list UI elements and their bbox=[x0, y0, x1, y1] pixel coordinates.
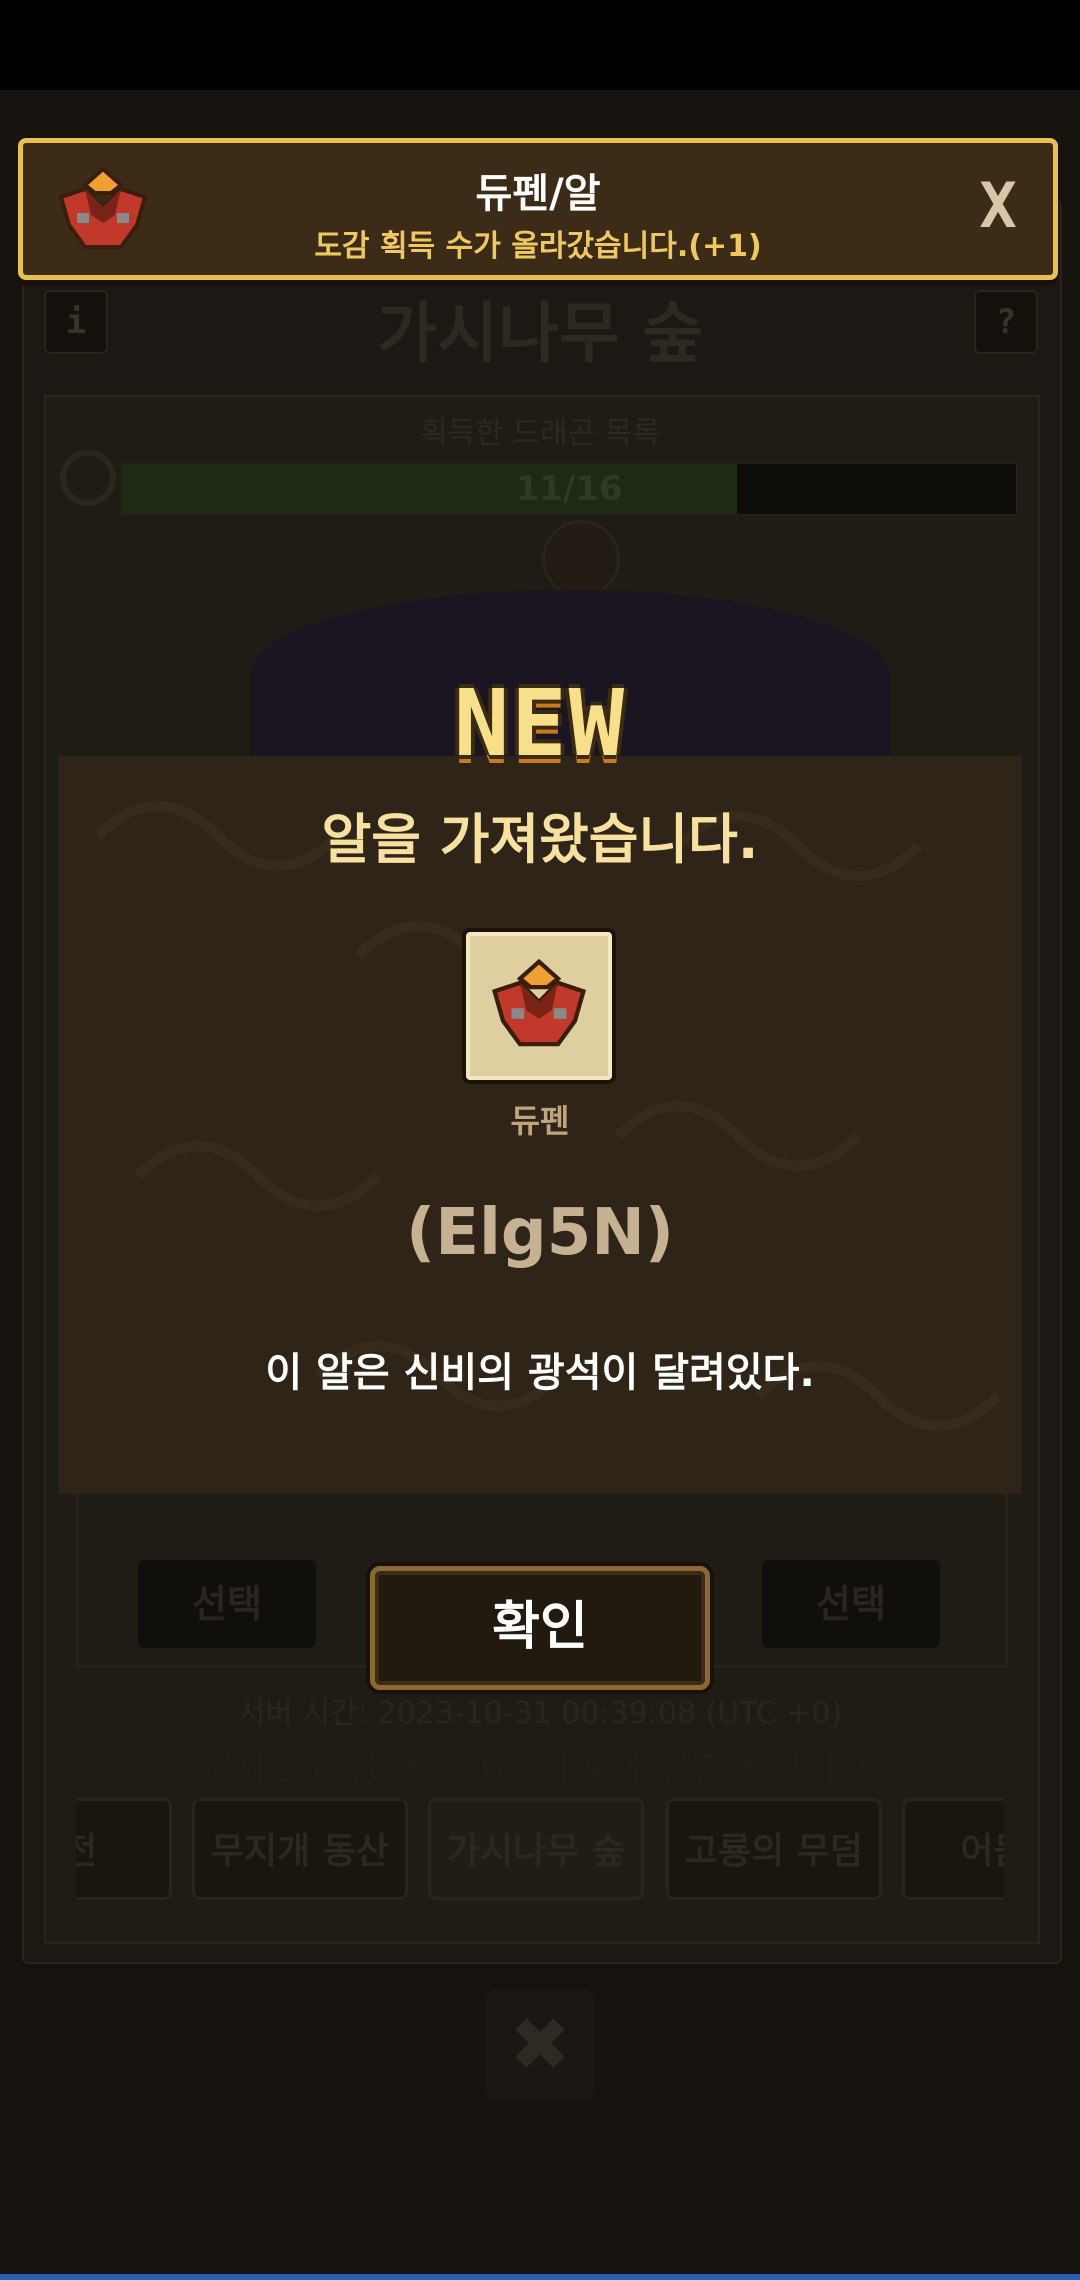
location-pin-icon bbox=[542, 520, 620, 598]
status-bar bbox=[0, 0, 1080, 90]
tab-thorn-forest: 가시나무 숲 bbox=[428, 1798, 644, 1900]
navigation-bar-indicator bbox=[0, 2274, 1080, 2280]
progress-text: 11/16 bbox=[515, 469, 623, 509]
gear-icon bbox=[60, 450, 116, 506]
egg-description: 이 알은 신비의 광석이 달려있다. bbox=[265, 1350, 815, 1396]
egg-icon bbox=[491, 958, 587, 1047]
notification-title: 듀펜/알 bbox=[475, 171, 601, 217]
confirm-label: 확인 bbox=[492, 1597, 588, 1657]
egg-card bbox=[462, 928, 616, 1084]
collection-progress-bar: 11/16 bbox=[120, 462, 1018, 516]
egg-name: 듀펜 bbox=[510, 1102, 570, 1140]
select-button-right: 선택 bbox=[762, 1560, 940, 1648]
server-time: 서버 시간: 2023-10-31 00:39:08 (UTC +0) bbox=[237, 1696, 843, 1731]
tab-darkness: 어둠의 bbox=[902, 1798, 1004, 1900]
modal-title: 알을 가져왔습니다. bbox=[321, 808, 759, 871]
select-button-left: 선택 bbox=[138, 1560, 316, 1648]
players-count: 전체 351명 중 176명이 함께 탐험 중입니다. bbox=[199, 1749, 881, 1790]
notification-subtitle: 도감 획득 수가 올라갔습니다.(+1) bbox=[314, 229, 762, 264]
area-tabs: 신전 무지개 동산 가시나무 숲 고룡의 무덤 어둠의 bbox=[76, 1798, 1004, 1906]
collection-label: 획득한 드래곤 목록 bbox=[420, 416, 660, 451]
new-badge: NEW bbox=[453, 670, 627, 777]
notification-close-button[interactable]: X bbox=[963, 171, 1033, 241]
tab-ancient-dragon-tomb: 고룡의 무덤 bbox=[666, 1798, 882, 1900]
egg-code: (Elg5N) bbox=[405, 1196, 675, 1270]
area-title: 가시나무 숲 bbox=[376, 295, 704, 372]
notification-toast: 듀펜/알 도감 획득 수가 올라갔습니다.(+1) X bbox=[18, 138, 1058, 280]
tab-temple: 신전 bbox=[76, 1798, 172, 1900]
close-icon: ✖ bbox=[485, 1990, 595, 2100]
tab-rainbow-hill: 무지개 동산 bbox=[192, 1798, 408, 1900]
confirm-button[interactable]: 확인 bbox=[370, 1566, 710, 1690]
